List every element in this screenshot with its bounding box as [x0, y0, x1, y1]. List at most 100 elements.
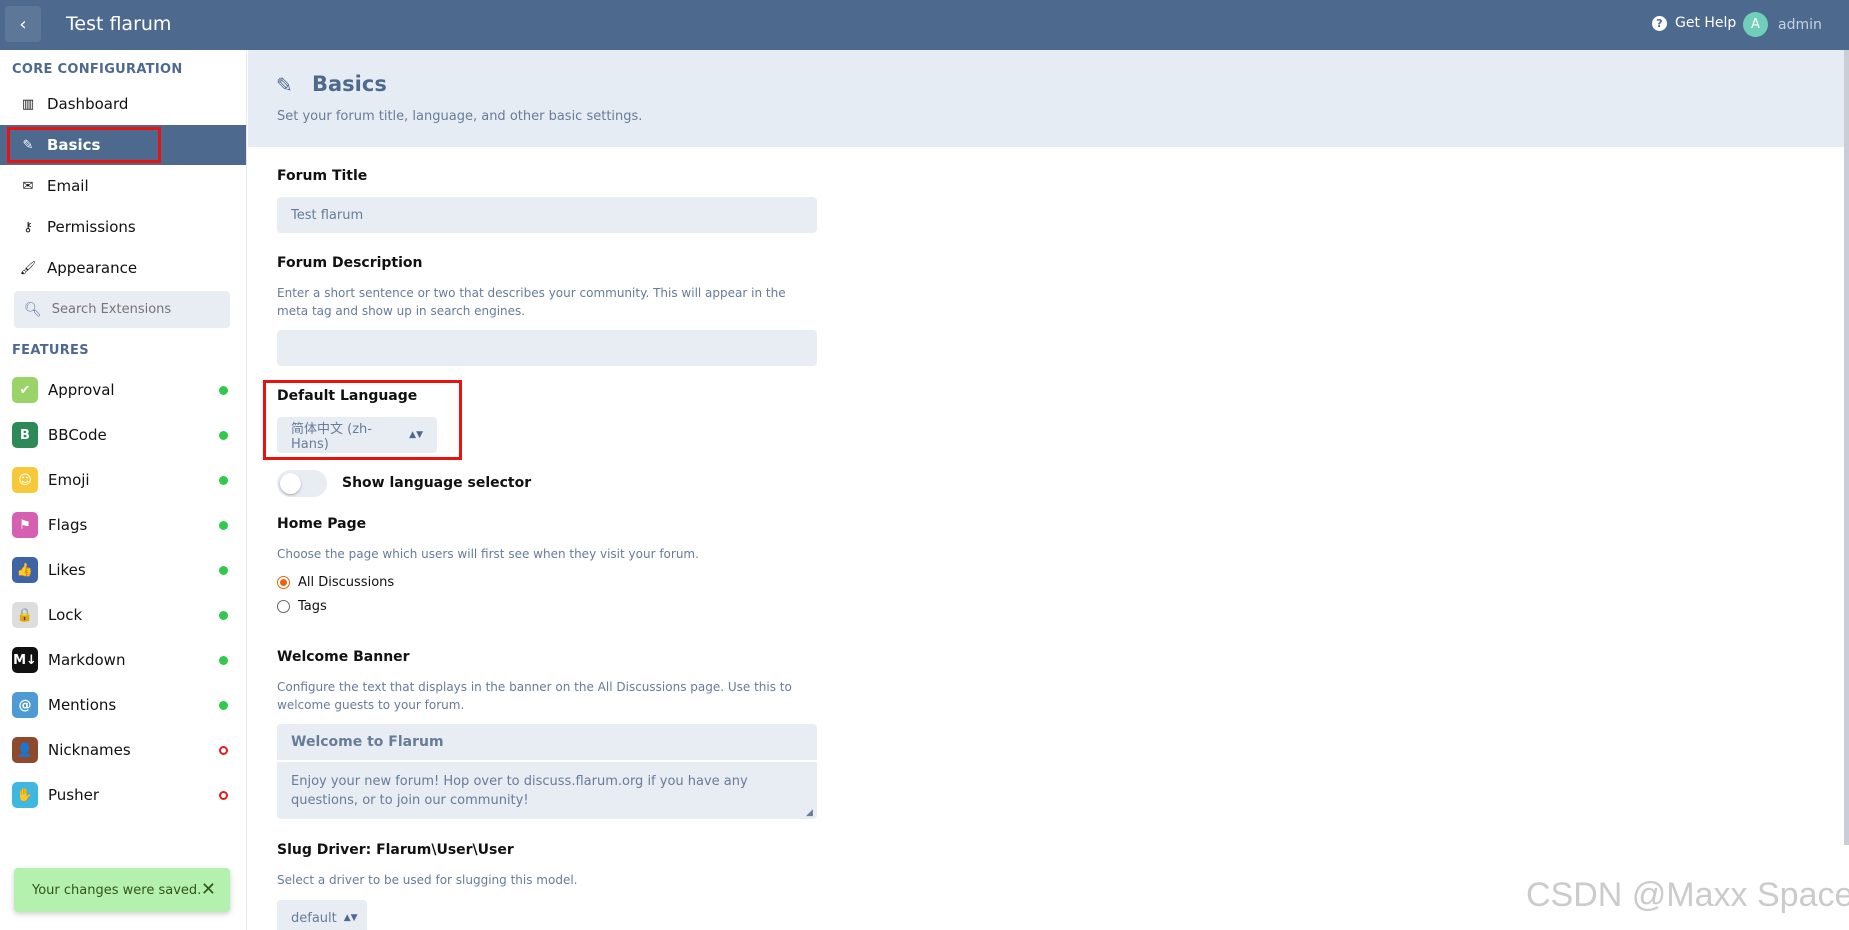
welcome-banner-help: Configure the text that displays in the … [277, 680, 792, 712]
extension-nicknames-icon: 👤 [12, 737, 38, 763]
show-language-selector-label: Show language selector [342, 475, 532, 491]
app-header: ‹ Test flarum ? Get Help A admin [0, 0, 1849, 50]
search-extensions[interactable]: 🔍︎ [14, 291, 230, 328]
extension-emoji-icon: ☺ [12, 467, 38, 493]
status-dot [219, 385, 228, 395]
chart-icon: ▥ [21, 96, 35, 112]
search-icon: 🔍︎ [24, 301, 42, 318]
get-help-link[interactable]: ? Get Help [1652, 15, 1736, 31]
extension-mentions-icon: @ [12, 692, 38, 718]
status-dot [219, 520, 228, 530]
home-page-help: Choose the page which users will first s… [277, 547, 699, 561]
extension-label: Approval [48, 381, 115, 399]
saved-alert-message: Your changes were saved. [32, 882, 202, 898]
status-dot [219, 475, 228, 485]
status-dot [219, 745, 228, 755]
slug-driver-select[interactable]: default ▲▼ [277, 900, 367, 930]
sidebar-item-appearance[interactable]: 🖌 Appearance [0, 248, 246, 288]
extension-bbcode-icon: B [12, 422, 38, 448]
extension-label: Likes [48, 561, 86, 579]
radio-button[interactable] [277, 576, 290, 589]
status-dot [219, 700, 228, 710]
forum-description-input[interactable] [277, 330, 817, 366]
get-help-label: Get Help [1675, 15, 1737, 31]
status-dot [219, 655, 228, 665]
status-dot [219, 565, 228, 575]
extension-pusher-icon: ✋ [12, 782, 38, 808]
key-icon: ⚷ [23, 219, 33, 235]
extension-item-markdown[interactable]: M↓ Markdown [0, 640, 246, 680]
sidebar-item-email[interactable]: ✉ Email [0, 166, 246, 206]
sidebar-item-permissions[interactable]: ⚷ Permissions [0, 207, 246, 247]
extension-lock-icon: 🔒 [12, 602, 38, 628]
extension-item-bbcode[interactable]: B BBCode [0, 415, 246, 455]
page-title: Basics [312, 72, 387, 96]
sidebar-item-label: Email [47, 177, 89, 195]
extension-item-likes[interactable]: 👍 Likes [0, 550, 246, 590]
radio-label: Tags [298, 599, 327, 614]
page-header [248, 50, 1844, 147]
extension-label: Emoji [48, 471, 90, 489]
chevron-left-icon: ‹ [19, 13, 27, 35]
extension-item-lock[interactable]: 🔒 Lock [0, 595, 246, 635]
extension-item-mentions[interactable]: @ Mentions [0, 685, 246, 725]
extension-item-emoji[interactable]: ☺ Emoji [0, 460, 246, 500]
highlight-box-language [263, 380, 462, 460]
slug-driver-value: default [291, 910, 337, 926]
extension-label: Flags [48, 516, 88, 534]
extension-label: Mentions [48, 696, 117, 714]
status-dot [219, 610, 228, 620]
slug-driver-help: Select a driver to be used for slugging … [277, 873, 578, 887]
extension-flags-icon: ⚑ [12, 512, 38, 538]
home-page-label: Home Page [277, 516, 367, 532]
extension-label: BBCode [48, 426, 107, 444]
extension-item-pusher[interactable]: ✋ Pusher [0, 775, 246, 815]
show-language-selector-toggle[interactable] [277, 470, 327, 497]
app-title[interactable]: Test flarum [66, 13, 171, 35]
sidebar-item-dashboard[interactable]: ▥ Dashboard [0, 84, 246, 124]
radio-label: All Discussions [298, 575, 395, 590]
sidebar-item-label: Appearance [47, 259, 138, 277]
radio-button[interactable] [277, 600, 290, 613]
session-dropdown[interactable]: A admin [1743, 12, 1822, 37]
radio-tags[interactable]: Tags [277, 599, 327, 614]
paintbrush-icon: 🖌 [19, 260, 37, 276]
page-description: Set your forum title, language, and othe… [277, 109, 643, 124]
extension-label: Lock [48, 606, 83, 624]
extension-item-nicknames[interactable]: 👤 Nicknames [0, 730, 246, 770]
welcome-banner-label: Welcome Banner [277, 649, 410, 665]
extension-label: Nicknames [48, 741, 131, 759]
extension-item-flags[interactable]: ⚑ Flags [0, 505, 246, 545]
sort-icon: ▲▼ [343, 913, 358, 923]
search-extensions-input[interactable] [51, 302, 222, 317]
back-button[interactable]: ‹ [5, 6, 41, 42]
envelope-icon: ✉ [22, 178, 34, 194]
core-configuration-heading: CORE CONFIGURATION [12, 62, 183, 77]
pencil-icon: ✎ [276, 73, 293, 97]
username: admin [1778, 16, 1822, 33]
extension-approval-icon: ✔ [12, 377, 38, 403]
forum-title-input[interactable] [277, 197, 817, 233]
slug-driver-label: Slug Driver: Flarum\User\User [277, 842, 514, 858]
features-heading: FEATURES [12, 343, 89, 358]
status-dot [219, 790, 228, 800]
question-circle-icon: ? [1652, 15, 1667, 31]
extension-likes-icon: 👍 [12, 557, 38, 583]
close-icon[interactable]: ✕ [201, 879, 216, 900]
resize-handle-icon[interactable]: ◢ [806, 808, 813, 818]
extension-item-approval[interactable]: ✔ Approval [0, 370, 246, 410]
watermark: CSDN @Maxx Space [1526, 876, 1849, 914]
sidebar: CORE CONFIGURATION ▥ Dashboard ✎ Basics ✉ Ema… [0, 50, 247, 930]
toggle-knob [280, 473, 301, 494]
radio-all-discussions[interactable]: All Discussions [277, 575, 394, 590]
highlight-box-basics [7, 127, 161, 163]
saved-alert: Your changes were saved. ✕ [14, 868, 230, 912]
extension-label: Markdown [48, 651, 126, 669]
scrollbar[interactable] [1844, 50, 1849, 845]
status-dot [219, 430, 228, 440]
forum-description-label: Forum Description [277, 255, 423, 271]
extension-markdown-icon: M↓ [12, 647, 38, 673]
welcome-text-textarea[interactable]: Enjoy your new forum! Hop over to discus… [277, 762, 817, 819]
welcome-title-input[interactable]: Welcome to Flarum [277, 724, 817, 760]
forum-description-help: Enter a short sentence or two that descr… [277, 286, 786, 318]
